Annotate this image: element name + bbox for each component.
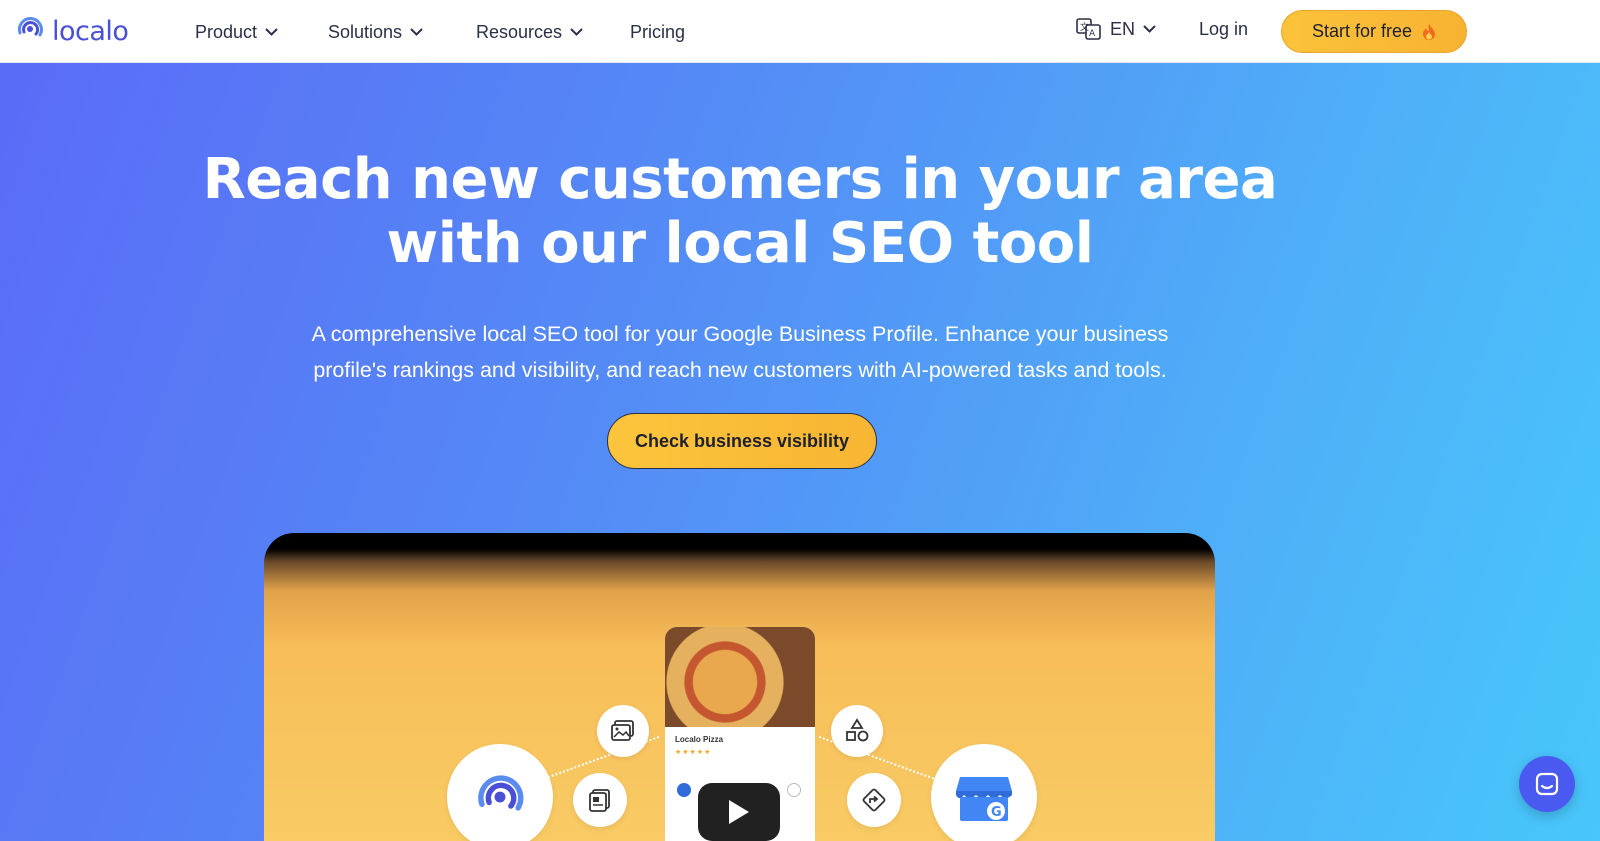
nav-pricing-label: Pricing: [630, 21, 686, 42]
brand-name: localo: [52, 15, 129, 47]
top-navbar: localo Product Solutions Resources Prici…: [0, 0, 1600, 63]
posts-feature-circle: [573, 773, 627, 827]
video-play-button[interactable]: [698, 783, 780, 841]
nav-pricing[interactable]: Pricing: [630, 19, 685, 45]
hero-title: Reach new customers in your area with ou…: [200, 148, 1280, 276]
start-for-free-button[interactable]: Start for free: [1281, 10, 1467, 53]
chevron-down-icon: [265, 28, 278, 36]
language-selector[interactable]: 文 A EN: [1076, 17, 1156, 41]
nav-product-label: Product: [195, 21, 258, 42]
hero-title-line-1: Reach new customers in your area: [202, 147, 1278, 212]
hero-section: Reach new customers in your area with ou…: [0, 63, 1600, 841]
chat-icon: [1535, 772, 1559, 796]
chevron-down-icon: [570, 28, 583, 36]
directions-icon: [862, 788, 886, 812]
play-icon: [729, 800, 749, 824]
svg-text:文: 文: [1080, 21, 1089, 33]
check-business-visibility-label: Check business visibility: [634, 430, 850, 451]
directions-feature-circle: [847, 773, 901, 827]
shapes-icon: [846, 718, 869, 742]
svg-text:G: G: [991, 805, 1002, 820]
images-icon: [611, 720, 634, 741]
chevron-down-icon: [410, 28, 423, 36]
login-link[interactable]: Log in: [1199, 19, 1248, 40]
nav-product[interactable]: Product: [195, 19, 278, 45]
nav-solutions-label: Solutions: [328, 21, 403, 42]
localo-app-circle: [447, 744, 553, 841]
categories-feature-circle: [831, 705, 883, 757]
nav-resources-label: Resources: [476, 21, 563, 42]
svg-text:A: A: [1089, 29, 1096, 39]
nav-solutions[interactable]: Solutions: [328, 19, 423, 45]
fire-icon: [1423, 23, 1436, 40]
hero-title-line-2: with our local SEO tool: [386, 211, 1094, 276]
hero-subtitle-line-1: A comprehensive local SEO tool for your …: [311, 322, 1169, 346]
pizza-photo: [665, 627, 815, 727]
hero-subtitle: A comprehensive local SEO tool for your …: [250, 316, 1230, 388]
localo-logo-icon: [478, 775, 524, 811]
profile-action-icon: [677, 783, 691, 797]
chevron-down-icon: [1143, 25, 1156, 33]
google-business-circle: G: [931, 744, 1037, 841]
brand-logo[interactable]: localo: [14, 13, 129, 50]
localo-logo-icon: [14, 13, 46, 50]
check-business-visibility-button[interactable]: Check business visibility: [607, 413, 877, 469]
start-for-free-label: Start for free: [1311, 21, 1413, 41]
google-business-icon: G: [956, 777, 1012, 821]
share-icon: [787, 783, 801, 797]
hero-subtitle-line-2: profile's rankings and visibility, and r…: [313, 358, 1167, 382]
nav-resources[interactable]: Resources: [476, 19, 583, 45]
rating-stars: ★★★★★: [675, 749, 712, 756]
photos-feature-circle: [597, 705, 649, 757]
business-name: Localo Pizza: [675, 735, 724, 744]
translate-icon: 文 A: [1076, 18, 1101, 40]
chat-widget-button[interactable]: [1519, 756, 1575, 812]
posts-icon: [589, 789, 610, 812]
product-video[interactable]: Localo Pizza ★★★★★ G: [264, 533, 1215, 841]
language-label: EN: [1110, 18, 1136, 39]
